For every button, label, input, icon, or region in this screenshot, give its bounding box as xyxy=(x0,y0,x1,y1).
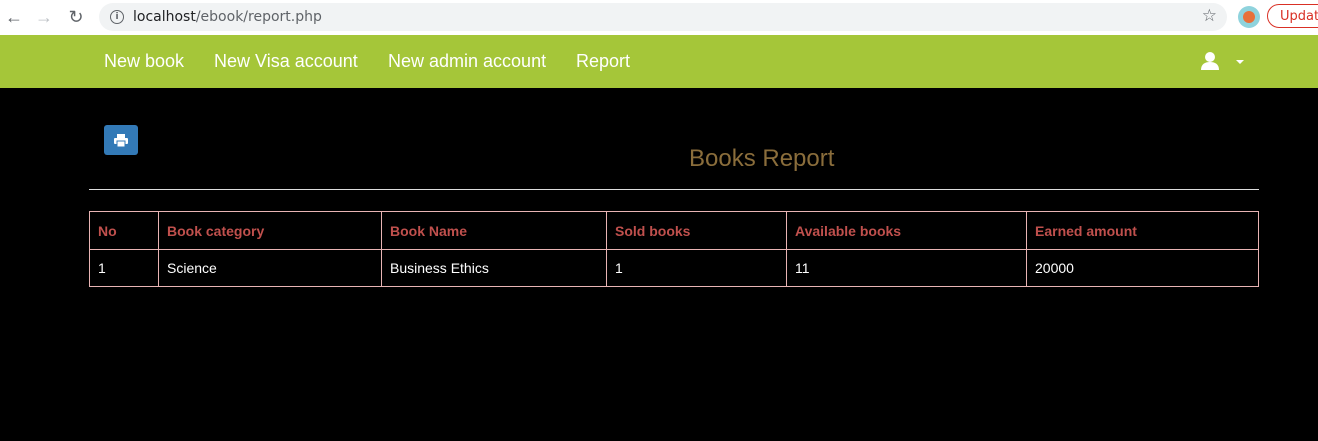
cell-book-category: Science xyxy=(158,249,382,287)
cell-sold-books: 1 xyxy=(606,249,787,287)
info-icon[interactable]: i xyxy=(110,10,124,24)
app-navbar: New book New Visa account New admin acco… xyxy=(0,35,1318,88)
back-arrow-icon[interactable]: ← xyxy=(3,6,25,28)
extension-icon[interactable] xyxy=(1238,6,1260,28)
column-header-no: No xyxy=(89,211,159,250)
nav-new-book[interactable]: New book xyxy=(104,51,184,72)
url-text[interactable]: localhost/ebook/report.php xyxy=(133,9,322,25)
column-header-sold-books: Sold books xyxy=(606,211,787,250)
bookmark-star-icon[interactable]: ☆ xyxy=(1202,6,1217,26)
page-title: Books Report xyxy=(689,145,835,172)
column-header-book-category: Book category xyxy=(158,211,382,250)
cell-available-books: 11 xyxy=(786,249,1027,287)
address-bar[interactable]: i localhost/ebook/report.php ☆ xyxy=(99,3,1227,31)
forward-arrow-icon[interactable]: → xyxy=(33,6,55,28)
url-host: localhost xyxy=(133,9,196,25)
chevron-down-icon[interactable] xyxy=(1236,60,1244,64)
table-row: 1 Science Business Ethics 1 11 20000 xyxy=(89,249,1259,287)
books-report-table: No Book category Book Name Sold books Av… xyxy=(89,211,1259,287)
table-header-row: No Book category Book Name Sold books Av… xyxy=(89,211,1259,250)
column-header-earned-amount: Earned amount xyxy=(1026,211,1259,250)
printer-icon xyxy=(114,133,128,147)
user-icon[interactable] xyxy=(1200,51,1220,71)
print-button[interactable] xyxy=(104,125,138,155)
nav-new-admin-account[interactable]: New admin account xyxy=(388,51,546,72)
url-path: /ebook/report.php xyxy=(195,9,322,25)
column-header-available-books: Available books xyxy=(786,211,1027,250)
cell-no: 1 xyxy=(89,249,159,287)
nav-new-visa-account[interactable]: New Visa account xyxy=(214,51,358,72)
reload-icon[interactable]: ↻ xyxy=(65,6,87,28)
cell-book-name: Business Ethics xyxy=(381,249,607,287)
cell-earned-amount: 20000 xyxy=(1026,249,1259,287)
nav-report[interactable]: Report xyxy=(576,51,630,72)
divider xyxy=(89,189,1259,190)
column-header-book-name: Book Name xyxy=(381,211,607,250)
update-button[interactable]: Update xyxy=(1267,4,1318,28)
browser-chrome: ← → ↻ i localhost/ebook/report.php ☆ Upd… xyxy=(0,0,1318,35)
